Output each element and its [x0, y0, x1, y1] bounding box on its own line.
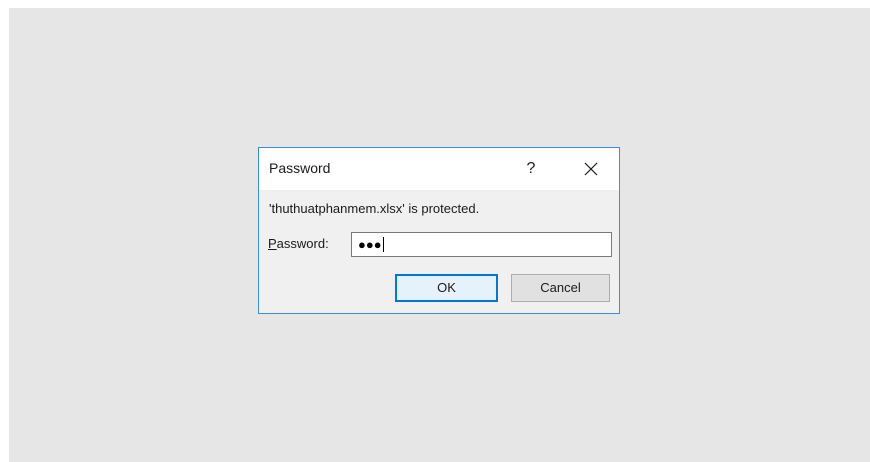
close-button[interactable]	[571, 156, 611, 182]
cancel-button[interactable]: Cancel	[511, 274, 610, 302]
password-label: Password:	[268, 236, 329, 251]
help-button[interactable]: ?	[511, 156, 551, 182]
password-dialog: Password ? 'thuthuatphanmem.xlsx' is pro…	[258, 147, 620, 314]
password-label-text: assword:	[276, 236, 329, 251]
dialog-titlebar: Password ?	[259, 148, 619, 190]
protected-message: 'thuthuatphanmem.xlsx' is protected.	[269, 201, 480, 216]
password-input-value: ●●●	[358, 235, 384, 254]
text-caret	[382, 237, 384, 252]
close-icon	[584, 162, 598, 176]
ok-button[interactable]: OK	[395, 274, 498, 302]
password-mask: ●●●	[358, 237, 382, 252]
dialog-title: Password	[269, 160, 331, 176]
password-input[interactable]: ●●●	[351, 232, 612, 257]
password-label-accesskey: P	[268, 236, 277, 251]
